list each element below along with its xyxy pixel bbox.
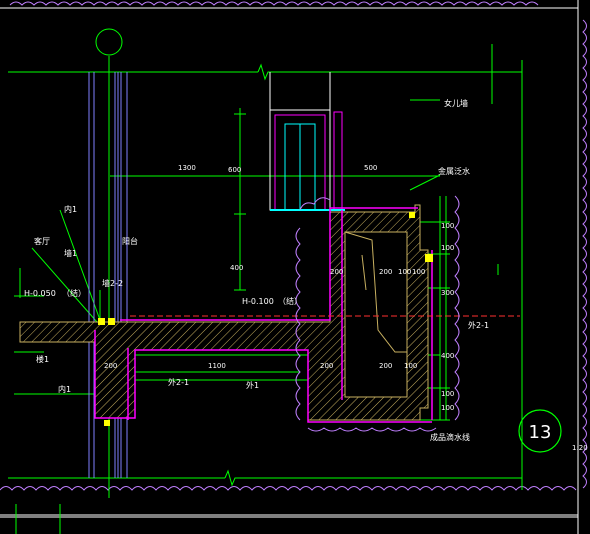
label-outer-2-1-b: 外2-1 xyxy=(468,320,489,330)
label-inner-1-b: 内1 xyxy=(58,384,71,394)
label-living-room: 客厅 xyxy=(34,236,50,246)
dim-200-e: 200 xyxy=(379,362,392,370)
dim-right-100-a: 100 xyxy=(441,222,454,230)
dim-100-b: 100 xyxy=(412,268,425,276)
label-elev-left: H-0.050 xyxy=(24,289,56,298)
dim-right-400: 400 xyxy=(441,352,454,360)
label-wall-2-2: 墙2-2 xyxy=(102,278,123,288)
dim-100-c: 100 xyxy=(404,362,417,370)
revision-cloud-top xyxy=(9,1,539,6)
label-waterproof: 成品滴水线 xyxy=(430,432,470,442)
label-metal-cap: 金属泛水 xyxy=(438,166,470,176)
dim-1300: 1300 xyxy=(178,164,196,172)
label-outer-2-1-a: 外2-1 xyxy=(168,377,189,387)
label-elev-mid-note: （结） xyxy=(278,296,302,306)
revision-cloud-right xyxy=(582,19,587,489)
sheet-frame xyxy=(0,0,579,534)
dim-100-a: 100 xyxy=(398,268,411,276)
dim-200-a: 200 xyxy=(330,268,343,276)
window-frame xyxy=(269,72,345,211)
dim-200-d: 200 xyxy=(320,362,333,370)
cad-drawing-canvas: 13 1:20 1300 600 500 400 200 200 100 100… xyxy=(0,0,588,534)
label-balcony: 阳台 xyxy=(122,236,138,246)
dim-600: 600 xyxy=(228,166,241,174)
label-elev-mid: H-0.100 xyxy=(242,297,274,306)
dim-1100: 1100 xyxy=(208,362,226,370)
sheet-number: 13 xyxy=(529,422,552,443)
label-parapet: 女儿墙 xyxy=(444,98,468,108)
dim-right-300: 300 xyxy=(441,289,454,297)
dim-200-c: 200 xyxy=(104,362,117,370)
dim-right-100-c: 100 xyxy=(441,404,454,412)
label-outer-1-b: 外1 xyxy=(246,380,259,390)
label-floor-1: 楼1 xyxy=(36,354,49,364)
revision-cloud-bottom xyxy=(0,486,577,491)
dim-500: 500 xyxy=(364,164,377,172)
label-wall-1: 墙1 xyxy=(64,248,77,258)
dim-right-100-b: 100 xyxy=(441,390,454,398)
floor-slab xyxy=(19,204,429,421)
dim-200-b: 200 xyxy=(379,268,392,276)
dim-right-100-d: 100 xyxy=(441,244,454,252)
label-inner-1: 内1 xyxy=(64,204,77,214)
sheet-scale: 1:20 xyxy=(572,444,588,452)
label-elev-left-note: （结） xyxy=(62,288,86,298)
grid-bubble-top xyxy=(95,28,123,56)
dim-400: 400 xyxy=(230,264,243,272)
